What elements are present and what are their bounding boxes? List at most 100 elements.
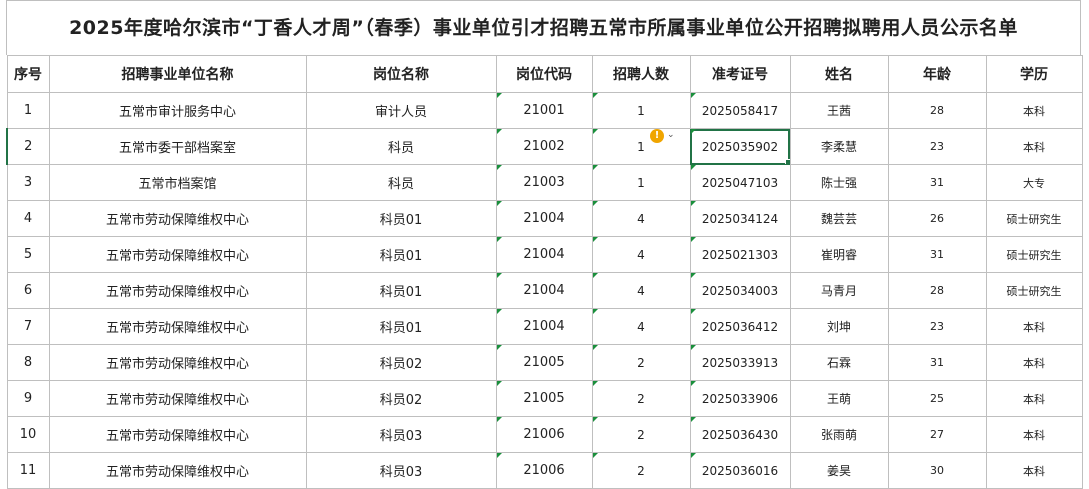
error-warning-icon[interactable]: !	[650, 129, 664, 143]
column-header-exam-id[interactable]: 准考证号	[689, 55, 791, 93]
name-cell[interactable]: 魏芸芸	[789, 200, 889, 237]
education-cell[interactable]: 本科	[985, 308, 1083, 345]
name-cell[interactable]: 崔明睿	[789, 236, 889, 273]
unit-name-cell[interactable]: 五常市劳动保障维权中心	[48, 344, 307, 381]
education-cell[interactable]: 本科	[985, 416, 1083, 453]
seq-cell[interactable]: 11	[6, 452, 50, 489]
seq-cell[interactable]: 1	[6, 92, 50, 129]
hire-count-cell[interactable]: 4	[591, 272, 691, 309]
column-header-age[interactable]: 年龄	[887, 55, 987, 93]
position-name-cell[interactable]: 科员03	[305, 452, 497, 489]
education-cell[interactable]: 硕士研究生	[985, 236, 1083, 273]
age-cell[interactable]: 31	[887, 344, 987, 381]
exam-id-cell[interactable]: 2025021303	[689, 236, 791, 273]
name-cell[interactable]: 姜昊	[789, 452, 889, 489]
position-code-cell[interactable]: 21004	[495, 236, 593, 273]
education-cell[interactable]: 硕士研究生	[985, 200, 1083, 237]
seq-cell[interactable]: 3	[6, 164, 50, 201]
education-cell[interactable]: 本科	[985, 344, 1083, 381]
unit-name-cell[interactable]: 五常市劳动保障维权中心	[48, 416, 307, 453]
age-cell[interactable]: 23	[887, 308, 987, 345]
unit-name-cell[interactable]: 五常市劳动保障维权中心	[48, 308, 307, 345]
name-cell[interactable]: 王茜	[789, 92, 889, 129]
hire-count-cell[interactable]: 2	[591, 416, 691, 453]
education-cell[interactable]: 本科	[985, 380, 1083, 417]
position-code-cell[interactable]: 21004	[495, 272, 593, 309]
seq-cell[interactable]: 2	[6, 128, 50, 165]
age-cell[interactable]: 30	[887, 452, 987, 489]
exam-id-cell[interactable]: 2025033906	[689, 380, 791, 417]
unit-name-cell[interactable]: 五常市劳动保障维权中心	[48, 272, 307, 309]
education-cell[interactable]: 本科	[985, 92, 1083, 129]
education-cell[interactable]: 本科	[985, 452, 1083, 489]
hire-count-cell[interactable]: 4	[591, 200, 691, 237]
education-cell[interactable]: 本科	[985, 128, 1083, 165]
hire-count-cell[interactable]: 4	[591, 308, 691, 345]
position-code-cell[interactable]: 21004	[495, 308, 593, 345]
position-code-cell[interactable]: 21003	[495, 164, 593, 201]
position-code-cell[interactable]: 21006	[495, 416, 593, 453]
hire-count-cell[interactable]: 2	[591, 380, 691, 417]
position-name-cell[interactable]: 科员01	[305, 308, 497, 345]
name-cell[interactable]: 王萌	[789, 380, 889, 417]
position-name-cell[interactable]: 科员02	[305, 344, 497, 381]
column-header-name[interactable]: 姓名	[789, 55, 889, 93]
seq-cell[interactable]: 4	[6, 200, 50, 237]
age-cell[interactable]: 31	[887, 164, 987, 201]
position-name-cell[interactable]: 科员01	[305, 272, 497, 309]
position-name-cell[interactable]: 科员01	[305, 236, 497, 273]
hire-count-cell[interactable]: 4	[591, 236, 691, 273]
age-cell[interactable]: 28	[887, 272, 987, 309]
seq-cell[interactable]: 10	[6, 416, 50, 453]
unit-name-cell[interactable]: 五常市劳动保障维权中心	[48, 452, 307, 489]
exam-id-cell[interactable]: 2025035902	[689, 128, 791, 165]
position-code-cell[interactable]: 21006	[495, 452, 593, 489]
unit-name-cell[interactable]: 五常市劳动保障维权中心	[48, 236, 307, 273]
exam-id-cell[interactable]: 2025036412	[689, 308, 791, 345]
unit-name-cell[interactable]: 五常市委干部档案室	[48, 128, 307, 165]
position-name-cell[interactable]: 审计人员	[305, 92, 497, 129]
exam-id-cell[interactable]: 2025047103	[689, 164, 791, 201]
name-cell[interactable]: 刘坤	[789, 308, 889, 345]
unit-name-cell[interactable]: 五常市劳动保障维权中心	[48, 200, 307, 237]
unit-name-cell[interactable]: 五常市审计服务中心	[48, 92, 307, 129]
exam-id-cell[interactable]: 2025033913	[689, 344, 791, 381]
seq-cell[interactable]: 5	[6, 236, 50, 273]
education-cell[interactable]: 大专	[985, 164, 1083, 201]
chevron-down-icon[interactable]: ⌄	[667, 130, 675, 140]
seq-cell[interactable]: 9	[6, 380, 50, 417]
exam-id-cell[interactable]: 2025034003	[689, 272, 791, 309]
position-code-cell[interactable]: 21002	[495, 128, 593, 165]
column-header-hire-count[interactable]: 招聘人数	[591, 55, 691, 93]
position-code-cell[interactable]: 21005	[495, 380, 593, 417]
exam-id-cell[interactable]: 2025036016	[689, 452, 791, 489]
exam-id-cell[interactable]: 2025034124	[689, 200, 791, 237]
sheet-title[interactable]: 2025年度哈尔滨市“丁香人才周”（春季）事业单位引才招聘五常市所属事业单位公开…	[6, 0, 1081, 55]
age-cell[interactable]: 31	[887, 236, 987, 273]
position-name-cell[interactable]: 科员	[305, 164, 497, 201]
name-cell[interactable]: 马青月	[789, 272, 889, 309]
name-cell[interactable]: 陈士强	[789, 164, 889, 201]
position-code-cell[interactable]: 21001	[495, 92, 593, 129]
column-header-position-code[interactable]: 岗位代码	[495, 55, 593, 93]
age-cell[interactable]: 23	[887, 128, 987, 165]
age-cell[interactable]: 27	[887, 416, 987, 453]
hire-count-cell[interactable]: 1	[591, 92, 691, 129]
position-code-cell[interactable]: 21005	[495, 344, 593, 381]
age-cell[interactable]: 26	[887, 200, 987, 237]
position-name-cell[interactable]: 科员02	[305, 380, 497, 417]
seq-cell[interactable]: 6	[6, 272, 50, 309]
exam-id-cell[interactable]: 2025036430	[689, 416, 791, 453]
column-header-unit-name[interactable]: 招聘事业单位名称	[48, 55, 307, 93]
position-code-cell[interactable]: 21004	[495, 200, 593, 237]
name-cell[interactable]: 李柔慧	[789, 128, 889, 165]
unit-name-cell[interactable]: 五常市档案馆	[48, 164, 307, 201]
name-cell[interactable]: 石霖	[789, 344, 889, 381]
hire-count-cell[interactable]: 2	[591, 344, 691, 381]
position-name-cell[interactable]: 科员	[305, 128, 497, 165]
position-name-cell[interactable]: 科员03	[305, 416, 497, 453]
unit-name-cell[interactable]: 五常市劳动保障维权中心	[48, 380, 307, 417]
exam-id-cell[interactable]: 2025058417	[689, 92, 791, 129]
name-cell[interactable]: 张雨萌	[789, 416, 889, 453]
seq-cell[interactable]: 8	[6, 344, 50, 381]
